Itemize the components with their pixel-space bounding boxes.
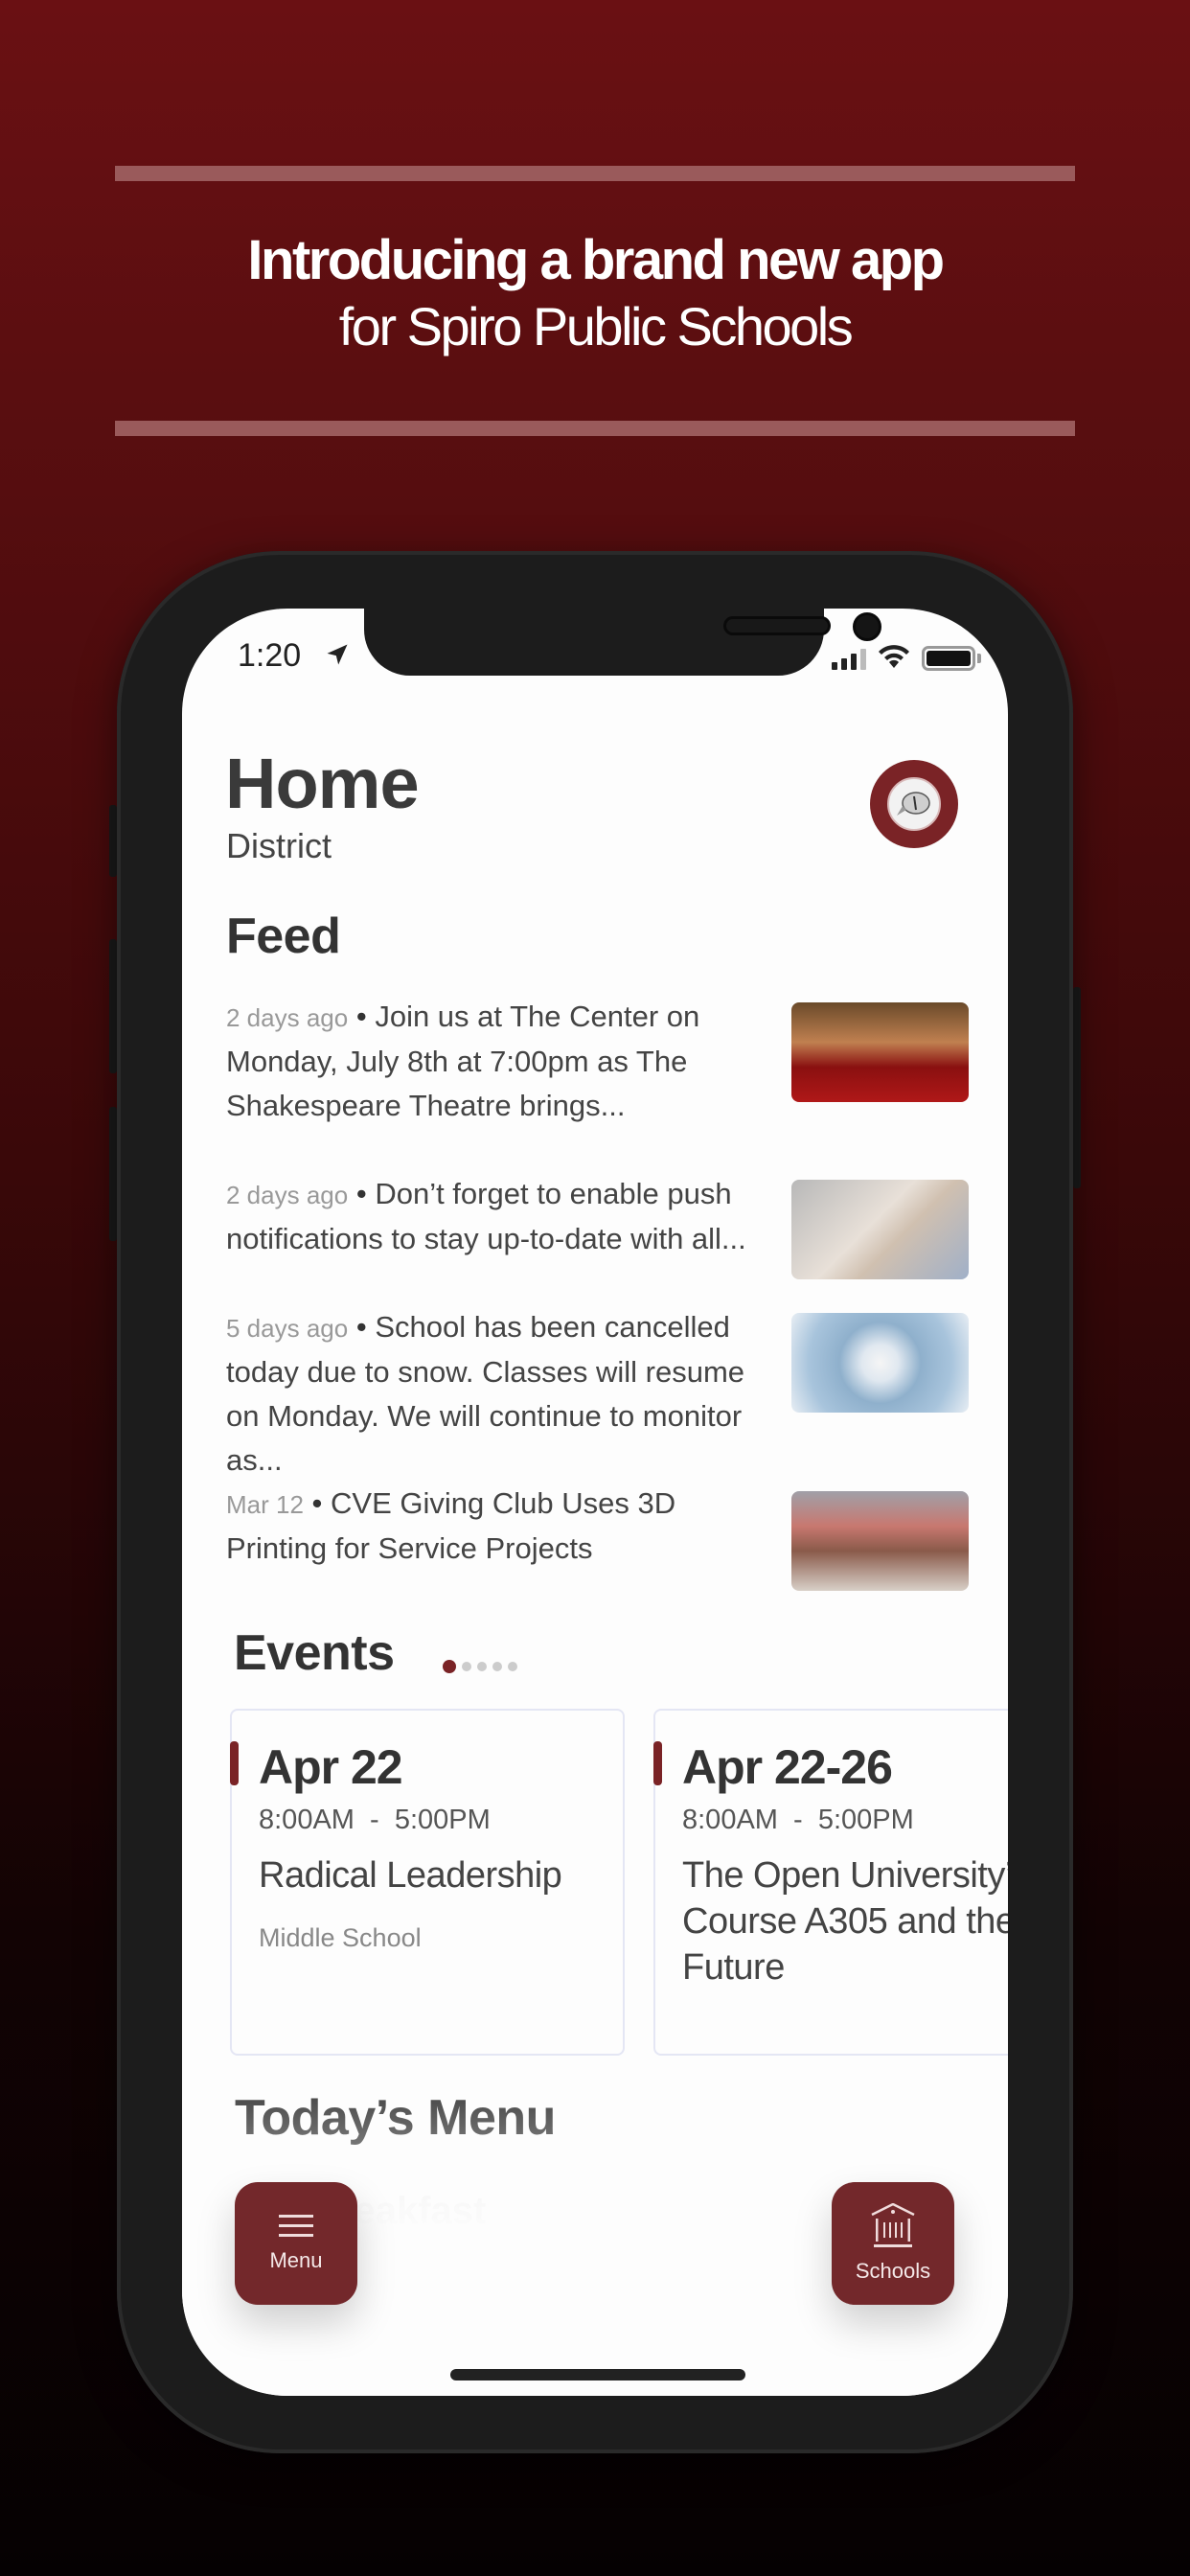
silent-switch — [109, 805, 117, 877]
battery-icon — [922, 646, 975, 671]
menu-button[interactable]: Menu — [235, 2182, 357, 2305]
page-subtitle[interactable]: District — [226, 826, 332, 866]
school-building-icon — [871, 2203, 915, 2247]
district-logo-button[interactable] — [870, 760, 958, 848]
cellular-signal-icon — [832, 649, 866, 670]
notch — [364, 609, 881, 676]
feed-item-time: 2 days ago — [226, 1181, 349, 1209]
events-section-title: Events — [234, 1625, 395, 1681]
hamburger-icon — [279, 2215, 313, 2237]
feed-item-time: 5 days ago — [226, 1314, 349, 1343]
event-accent-bar — [230, 1741, 239, 1785]
wifi-icon — [879, 645, 909, 668]
page-dot-active[interactable] — [443, 1660, 456, 1673]
page-title: Home — [225, 744, 420, 823]
feed-item[interactable]: 2 days ago • Join us at The Center on Mo… — [226, 995, 969, 1128]
promo-divider-bottom — [115, 421, 1075, 436]
volume-down-button — [109, 1107, 117, 1241]
status-time: 1:20 — [238, 637, 302, 674]
phone-screen: 1:20 Home District Feed 2 days ago • Joi… — [182, 609, 1008, 2396]
event-name: Radical Leadership — [259, 1855, 562, 1896]
event-date: Apr 22-26 — [682, 1740, 893, 1794]
promo-subheadline: for Spiro Public Schools — [338, 296, 854, 356]
event-date: Apr 22 — [259, 1740, 403, 1794]
page-dot[interactable] — [477, 1662, 487, 1671]
event-accent-bar — [653, 1741, 662, 1785]
promo-divider-top — [115, 166, 1075, 181]
location-arrow-icon — [327, 644, 348, 665]
mascot-icon — [887, 777, 941, 831]
event-time: 8:00AM - 5:00PM — [259, 1805, 491, 1835]
events-page-indicator[interactable] — [443, 1660, 517, 1673]
schools-button-label: Schools — [855, 2259, 931, 2283]
speaker-grille — [723, 616, 831, 635]
page-dot[interactable] — [508, 1662, 517, 1671]
event-card[interactable]: Apr 22-26 8:00AM - 5:00PM The Open Unive… — [653, 1709, 1008, 2056]
battery-cap — [977, 654, 981, 663]
feed-item-time: Mar 12 — [226, 1490, 304, 1519]
event-name: The Open University’s Course A305 and th… — [682, 1855, 1008, 1988]
feed-item[interactable]: Mar 12 • CVE Giving Club Uses 3D Printin… — [226, 1482, 969, 1591]
feed-item-time: 2 days ago — [226, 1003, 349, 1032]
feed-item-thumbnail — [791, 1180, 969, 1279]
menu-button-label: Menu — [269, 2248, 323, 2272]
volume-up-button — [109, 939, 117, 1073]
todays-menu-section-title: Today’s Menu — [235, 2090, 556, 2146]
feed-item[interactable]: 2 days ago • Don’t forget to enable push… — [226, 1172, 969, 1279]
page-dot[interactable] — [462, 1662, 471, 1671]
feed-item[interactable]: 5 days ago • School has been cancelled t… — [226, 1305, 969, 1483]
event-location: Middle School — [259, 1923, 422, 1952]
promo-headline: Introducing a brand new app — [247, 229, 945, 291]
schools-button[interactable]: Schools — [832, 2182, 954, 2305]
feed-item-thumbnail — [791, 1491, 969, 1591]
feed-item-thumbnail — [791, 1002, 969, 1102]
event-time: 8:00AM - 5:00PM — [682, 1805, 914, 1835]
event-card[interactable]: Apr 22 8:00AM - 5:00PM Radical Leadershi… — [230, 1709, 625, 2056]
feed-section-title: Feed — [226, 908, 341, 964]
page-dot[interactable] — [492, 1662, 502, 1671]
power-button — [1073, 987, 1081, 1188]
feed-item-thumbnail — [791, 1313, 969, 1413]
front-camera — [853, 612, 881, 641]
home-indicator[interactable] — [450, 2369, 745, 2380]
